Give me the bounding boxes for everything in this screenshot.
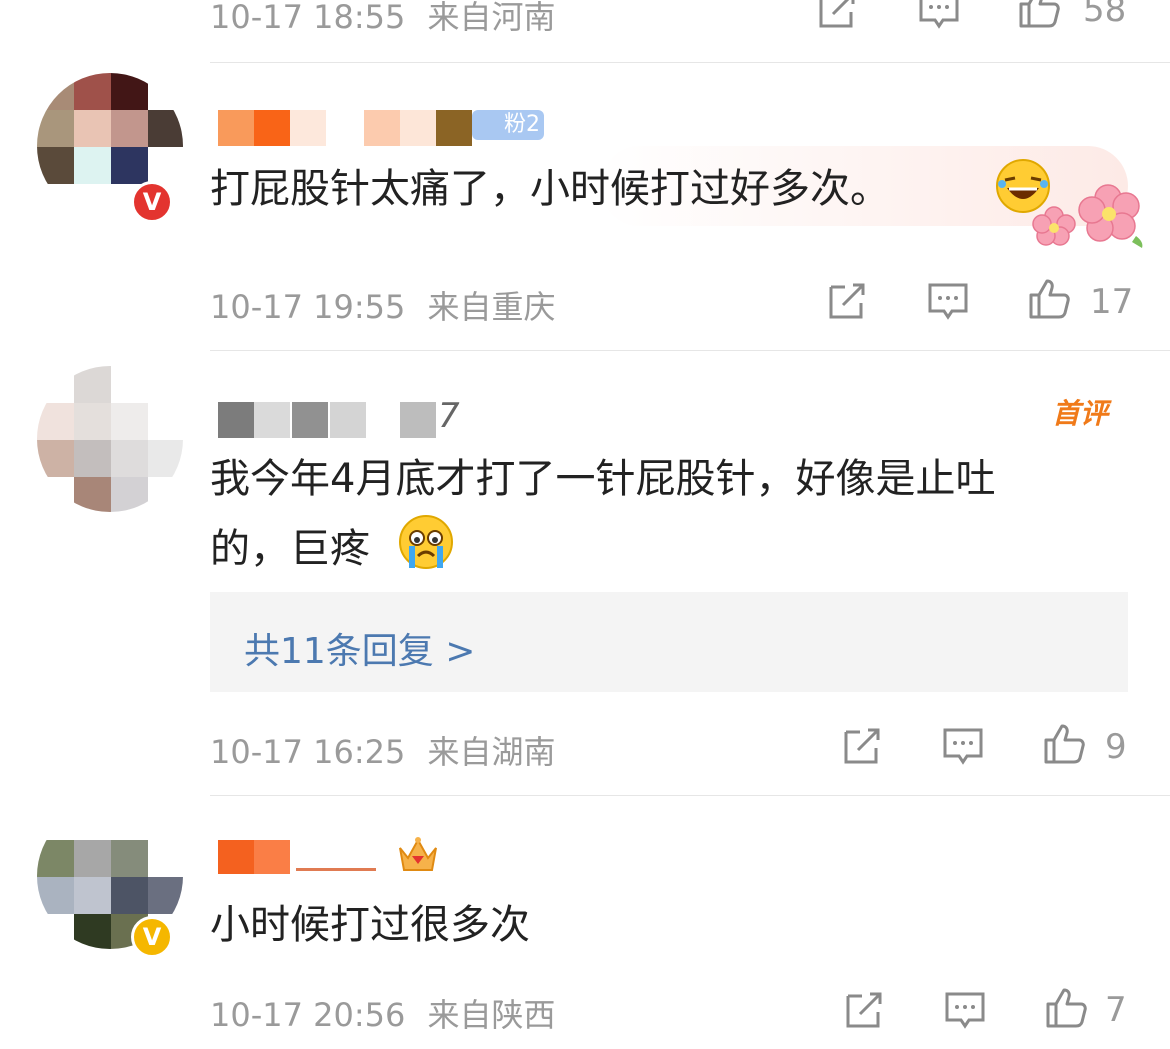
fan-badge: 粉2 [472,110,544,140]
like-count: 7 [1105,990,1127,1030]
comment-meta: 10-17 16:25 来自湖南 [210,727,556,773]
divider [210,350,1170,351]
username[interactable] [218,837,438,876]
comment-location: 来自湖南 [427,733,556,771]
comment-text: 打屁股针太痛了，小时候打过好多次。 [210,166,890,212]
like-icon[interactable] [1044,986,1088,1030]
comment-timestamp: 10-17 19:55 [210,288,406,326]
like-count: 17 [1090,282,1134,322]
verified-icon: V [131,181,173,223]
share-icon[interactable] [825,279,869,323]
divider [210,62,1170,63]
comment-text: 小时候打过很多次 [210,902,530,948]
comment-icon[interactable] [941,724,985,768]
comment-location: 来自河南 [427,0,556,36]
verified-icon: V [131,916,173,958]
username[interactable]: 7 [218,396,478,438]
avatar[interactable] [37,366,183,512]
comment-timestamp: 10-17 16:25 [210,733,406,771]
replies-link[interactable]: 共11条回复 > [244,622,475,674]
first-comment-tag: 首评 [1052,397,1109,430]
comment-location: 来自重庆 [427,288,556,326]
comment-text-line2: 的，巨疼 [210,526,370,572]
share-icon[interactable] [840,724,884,768]
comment-timestamp: 10-17 20:56 [210,996,406,1034]
replies-box[interactable]: 共11条回复 > [210,592,1128,692]
comment-location: 来自陕西 [427,996,556,1034]
username[interactable]: 粉2 [218,110,548,146]
flower-sticker [1032,180,1148,250]
crying-emoji [398,514,454,570]
comment-meta: 10-17 18:55 来自河南 [210,0,556,38]
comment-icon[interactable] [917,0,961,32]
comment-text-line1: 我今年4月底才打了一针屁股针，好像是止吐 [210,456,996,502]
like-icon[interactable] [1042,722,1086,766]
username-tail: 7 [438,396,460,436]
comment-icon[interactable] [943,988,987,1032]
like-count: 58 [1083,0,1127,30]
like-count: 9 [1105,727,1127,767]
comment-meta: 10-17 19:55 来自重庆 [210,282,556,328]
share-icon[interactable] [815,0,859,32]
crown-icon [396,832,440,876]
share-icon[interactable] [842,988,886,1032]
divider [210,795,1170,796]
comment-meta: 10-17 20:56 来自陕西 [210,990,556,1036]
comment-timestamp: 10-17 18:55 [210,0,406,36]
like-icon[interactable] [1027,277,1071,321]
like-icon[interactable] [1017,0,1061,30]
comment-icon[interactable] [926,279,970,323]
